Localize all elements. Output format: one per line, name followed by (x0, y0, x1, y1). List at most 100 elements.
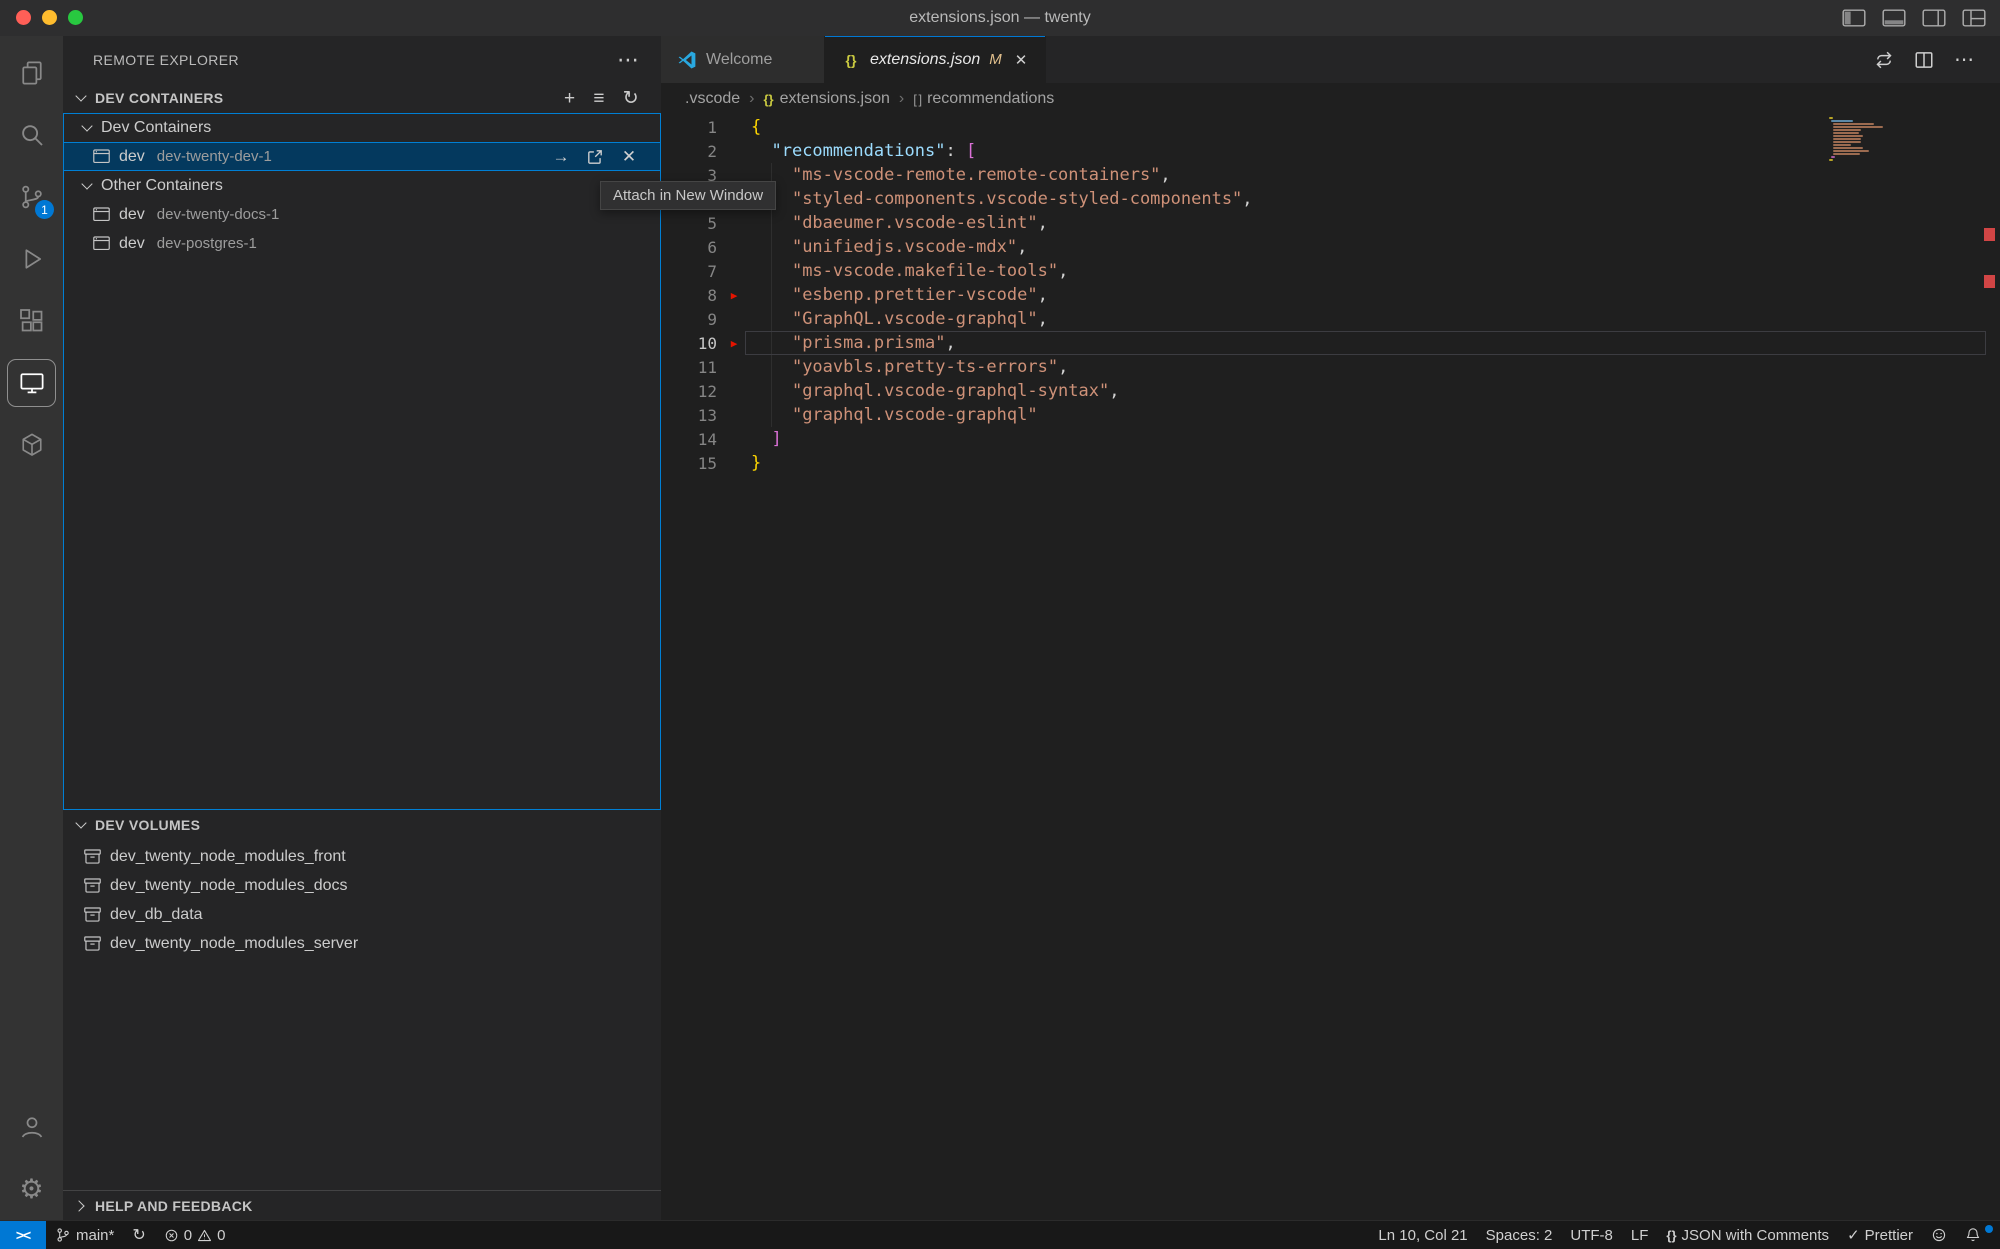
volume-name: dev_twenty_node_modules_front (110, 848, 346, 866)
notifications-bell-item[interactable] (1956, 1227, 1990, 1243)
toggle-primary-sidebar-icon[interactable] (1840, 5, 1868, 31)
code-text: "graphql.vscode-graphql-syntax", (751, 381, 1119, 401)
cursor-position-item[interactable]: Ln 10, Col 21 (1369, 1227, 1476, 1244)
breadcrumb-folder[interactable]: .vscode (685, 90, 740, 108)
eol-item[interactable]: LF (1622, 1227, 1658, 1244)
toggle-panel-icon[interactable] (1880, 5, 1908, 31)
dev-containers-icon[interactable] (0, 414, 63, 476)
container-row[interactable]: devdev-postgres-1 (63, 229, 661, 258)
feedback-item[interactable] (1922, 1227, 1956, 1243)
volume-icon (82, 847, 102, 867)
attach-container-icon[interactable]: → (551, 147, 571, 167)
breadcrumb-symbol[interactable]: [ ] recommendations (913, 90, 1054, 108)
volume-row[interactable]: dev_db_data (63, 900, 661, 929)
code-line[interactable]: 10▶ "prisma.prisma", (661, 331, 2000, 355)
code-line[interactable]: 15} (661, 451, 2000, 475)
new-dev-container-icon[interactable]: + (564, 89, 575, 108)
breadcrumbs: .vscode › {} extensions.json › [ ] recom… (661, 83, 2000, 115)
breadcrumb-separator: › (749, 90, 754, 108)
dev-containers-section-header[interactable]: DEV CONTAINERS + ≡ ↻ (63, 83, 661, 113)
problems-item[interactable]: 0 0 (155, 1221, 235, 1249)
code-line[interactable]: 6 "unifiedjs.vscode-mdx", (661, 235, 2000, 259)
close-tab-icon[interactable]: ✕ (1015, 51, 1028, 69)
tab-extensions-json[interactable]: {} extensions.json M ✕ (825, 36, 1046, 83)
container-row[interactable]: devdev-twenty-docs-1 (63, 200, 661, 229)
container-icon (91, 205, 111, 225)
code-line[interactable]: 4 "styled-components.vscode-styled-compo… (661, 187, 2000, 211)
breadcrumb-file[interactable]: {} extensions.json (763, 90, 889, 108)
toggle-secondary-sidebar-icon[interactable] (1920, 5, 1948, 31)
code-line[interactable]: 7 "ms-vscode.makefile-tools", (661, 259, 2000, 283)
minimap-line (1833, 123, 1874, 125)
accounts-icon[interactable] (0, 1096, 63, 1158)
overview-ruler-mark (1984, 275, 1995, 288)
filter-icon[interactable]: ≡ (593, 89, 604, 108)
formatter-item[interactable]: ✓ Prettier (1838, 1226, 1922, 1244)
chevron-down-icon (73, 90, 89, 106)
code-line[interactable]: 11 "yoavbls.pretty-ts-errors", (661, 355, 2000, 379)
minimap-line (1833, 150, 1868, 152)
help-feedback-section-header[interactable]: HELP AND FEEDBACK (63, 1190, 661, 1220)
sidebar-title: REMOTE EXPLORER (93, 52, 239, 68)
code-line[interactable]: 13 "graphql.vscode-graphql" (661, 403, 2000, 427)
volume-icon (82, 876, 102, 896)
code-line[interactable]: 3 "ms-vscode-remote.remote-containers", (661, 163, 2000, 187)
line-number: 11 (661, 358, 717, 377)
container-row[interactable]: devdev-twenty-dev-1→✕ (63, 142, 661, 171)
settings-gear-icon[interactable]: ⚙ (0, 1158, 63, 1220)
line-number: 2 (661, 142, 717, 161)
tab-label: extensions.json (870, 51, 980, 69)
open-changes-icon[interactable] (1874, 50, 1894, 70)
more-actions-icon[interactable]: ⋯ (1954, 47, 1974, 72)
source-control-icon[interactable]: 1 (0, 166, 63, 228)
search-icon[interactable] (0, 104, 63, 166)
split-editor-icon[interactable] (1914, 50, 1934, 70)
activity-bar: 1 ⚙ (0, 36, 63, 1220)
line-number: 14 (661, 430, 717, 449)
minimap[interactable] (1829, 117, 1939, 162)
volume-row[interactable]: dev_twenty_node_modules_docs (63, 871, 661, 900)
tree-group-row[interactable]: Dev Containers (63, 113, 661, 142)
modified-marker-icon: ▶ (717, 289, 751, 302)
code-line[interactable]: 14 ] (661, 427, 2000, 451)
code-line[interactable]: 1{ (661, 115, 2000, 139)
line-number: 1 (661, 118, 717, 137)
line-number: 10 (661, 334, 717, 353)
minimize-window-button[interactable] (42, 10, 57, 25)
tab-welcome[interactable]: Welcome (661, 36, 825, 83)
code-line[interactable]: 5 "dbaeumer.vscode-eslint", (661, 211, 2000, 235)
volume-row[interactable]: dev_twenty_node_modules_front (63, 842, 661, 871)
zoom-window-button[interactable] (68, 10, 83, 25)
titlebar: extensions.json — twenty (0, 0, 2000, 36)
remote-indicator[interactable]: >< (0, 1221, 46, 1249)
customize-layout-icon[interactable] (1960, 5, 1988, 31)
volume-row[interactable]: dev_twenty_node_modules_server (63, 929, 661, 958)
refresh-icon[interactable]: ↻ (623, 89, 639, 108)
encoding-item[interactable]: UTF-8 (1561, 1227, 1622, 1244)
git-branch-item[interactable]: main* (46, 1221, 123, 1249)
container-icon (91, 234, 111, 254)
remote-explorer-icon[interactable] (0, 352, 63, 414)
dev-volumes-section-header[interactable]: DEV VOLUMES (63, 810, 661, 840)
explorer-icon[interactable] (0, 42, 63, 104)
container-description: dev-postgres-1 (157, 235, 257, 252)
stop-container-icon[interactable]: ✕ (619, 147, 639, 167)
indentation-item[interactable]: Spaces: 2 (1477, 1227, 1562, 1244)
code-text: "styled-components.vscode-styled-compone… (751, 189, 1253, 209)
code-line[interactable]: 2 "recommendations": [ (661, 139, 2000, 163)
run-debug-icon[interactable] (0, 228, 63, 290)
traffic-lights (16, 10, 83, 25)
close-window-button[interactable] (16, 10, 31, 25)
code-line[interactable]: 9 "GraphQL.vscode-graphql", (661, 307, 2000, 331)
code-text: "yoavbls.pretty-ts-errors", (751, 357, 1068, 377)
language-mode-item[interactable]: {} JSON with Comments (1657, 1227, 1838, 1244)
extensions-icon[interactable] (0, 290, 63, 352)
more-actions-icon[interactable]: ⋯ (617, 55, 639, 65)
code-line[interactable]: 12 "graphql.vscode-graphql-syntax", (661, 379, 2000, 403)
tree-group-row[interactable]: Other Containers (63, 171, 661, 200)
volume-name: dev_twenty_node_modules_docs (110, 877, 348, 895)
attach-new-window-icon[interactable] (585, 147, 605, 167)
sync-changes-item[interactable]: ↻ (123, 1221, 154, 1249)
code-line[interactable]: 8▶ "esbenp.prettier-vscode", (661, 283, 2000, 307)
code-editor[interactable]: 1{2 "recommendations": [3 "ms-vscode-rem… (661, 115, 2000, 1220)
